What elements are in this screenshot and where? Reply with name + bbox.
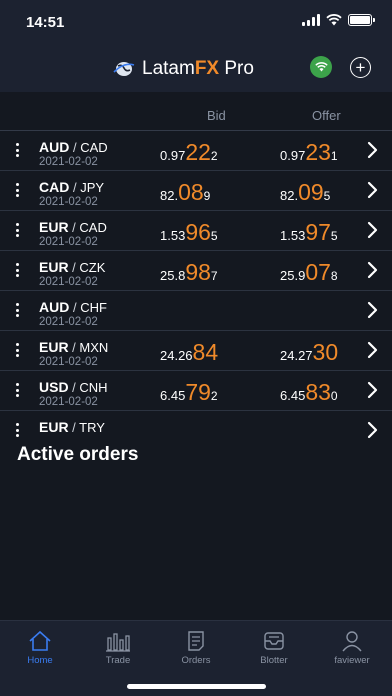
rate-row[interactable]: EUR / MXN 2021-02-02 24.2684 24.2730 [0, 330, 392, 370]
inbox-icon [242, 627, 306, 655]
offer-price[interactable]: 6.45830 [280, 379, 338, 406]
currency-pair: EUR / CAD [39, 219, 107, 235]
offer-price[interactable]: 0.97231 [280, 139, 338, 166]
bid-column-header: Bid [207, 108, 226, 123]
status-time: 14:51 [26, 14, 65, 31]
more-options-icon[interactable] [14, 383, 20, 397]
bid-price[interactable]: 24.2684 [160, 339, 218, 366]
active-orders-title: Active orders [17, 444, 139, 465]
rate-date: 2021-02-02 [39, 156, 98, 168]
top-bar: 14:51 LatamFX Pro + [0, 0, 392, 92]
offer-price[interactable]: 1.53975 [280, 219, 338, 246]
tab-blotter-label: Blotter [260, 655, 288, 666]
offer-column-header: Offer [312, 108, 341, 123]
rate-date: 2021-02-02 [39, 396, 98, 408]
chevron-right-icon[interactable] [364, 141, 380, 159]
cellular-signal-icon [302, 14, 320, 26]
rate-date: 2021-02-02 [39, 276, 98, 288]
plus-icon: + [355, 58, 366, 77]
globe-logo-icon [113, 62, 135, 76]
user-icon [320, 627, 384, 655]
rate-date: 2021-02-02 [39, 196, 98, 208]
bid-price[interactable]: 0.97222 [160, 139, 218, 166]
chevron-right-icon[interactable] [364, 381, 380, 399]
tab-orders-label: Orders [181, 655, 211, 666]
tab-profile[interactable]: faviewer [320, 627, 384, 666]
chevron-right-icon[interactable] [364, 221, 380, 239]
currency-pair: USD / CNH [39, 379, 108, 395]
tab-home[interactable]: Home [8, 627, 72, 666]
chevron-right-icon[interactable] [364, 341, 380, 359]
bid-price[interactable]: 25.8987 [160, 259, 218, 286]
chevron-right-icon[interactable] [364, 421, 380, 439]
currency-pair: AUD / CHF [39, 299, 107, 315]
rate-row[interactable]: AUD / CAD 2021-02-02 0.97222 0.97231 [0, 130, 392, 170]
chevron-right-icon[interactable] [364, 301, 380, 319]
tab-blotter[interactable]: Blotter [242, 627, 306, 666]
rate-date: 2021-02-02 [39, 236, 98, 248]
home-indicator[interactable] [127, 684, 266, 689]
connection-status-icon[interactable] [310, 56, 332, 78]
rate-date: 2021-02-02 [39, 316, 98, 328]
more-options-icon[interactable] [14, 263, 20, 277]
brand-name: LatamFX Pro [142, 58, 254, 79]
currency-pair: EUR / MXN [39, 339, 109, 355]
tab-home-label: Home [27, 655, 53, 666]
bid-price[interactable]: 6.45792 [160, 379, 218, 406]
add-pair-button[interactable]: + [350, 57, 371, 78]
battery-icon [348, 14, 375, 26]
home-icon [8, 627, 72, 655]
tab-profile-label: faviewer [334, 655, 370, 666]
status-icons [302, 14, 375, 26]
rate-row[interactable]: EUR / CZK 2021-02-02 25.8987 25.9078 [0, 250, 392, 290]
more-options-icon[interactable] [14, 143, 20, 157]
app-logo: LatamFX Pro [112, 58, 254, 80]
wifi-status-icon [326, 14, 342, 26]
offer-price[interactable]: 82.095 [280, 179, 330, 206]
currency-pair: EUR / TRY [39, 419, 105, 435]
currency-pair: AUD / CAD [39, 139, 108, 155]
bar-chart-icon [86, 627, 150, 655]
rate-row[interactable]: CAD / JPY 2021-02-02 82.089 82.095 [0, 170, 392, 210]
currency-pair: EUR / CZK [39, 259, 106, 275]
more-options-icon[interactable] [14, 183, 20, 197]
rate-date: 2021-02-02 [39, 356, 98, 368]
rate-row[interactable]: USD / CNH 2021-02-02 6.45792 6.45830 [0, 370, 392, 410]
tab-trade-label: Trade [105, 655, 131, 666]
rate-row[interactable]: AUD / CHF 2021-02-02 [0, 290, 392, 330]
orders-icon [164, 627, 228, 655]
offer-price[interactable]: 24.2730 [280, 339, 338, 366]
more-options-icon[interactable] [14, 343, 20, 357]
chevron-right-icon[interactable] [364, 181, 380, 199]
more-options-icon[interactable] [14, 423, 20, 437]
more-options-icon[interactable] [14, 303, 20, 317]
more-options-icon[interactable] [14, 223, 20, 237]
offer-price[interactable]: 25.9078 [280, 259, 338, 286]
currency-pair: CAD / JPY [39, 179, 105, 195]
rate-row[interactable]: EUR / CAD 2021-02-02 1.53965 1.53975 [0, 210, 392, 250]
rates-list: AUD / CAD 2021-02-02 0.97222 0.97231 CAD… [0, 130, 392, 450]
bid-price[interactable]: 82.089 [160, 179, 210, 206]
tab-trade[interactable]: Trade [86, 627, 150, 666]
bid-price[interactable]: 1.53965 [160, 219, 218, 246]
chevron-right-icon[interactable] [364, 261, 380, 279]
tab-orders[interactable]: Orders [164, 627, 228, 666]
